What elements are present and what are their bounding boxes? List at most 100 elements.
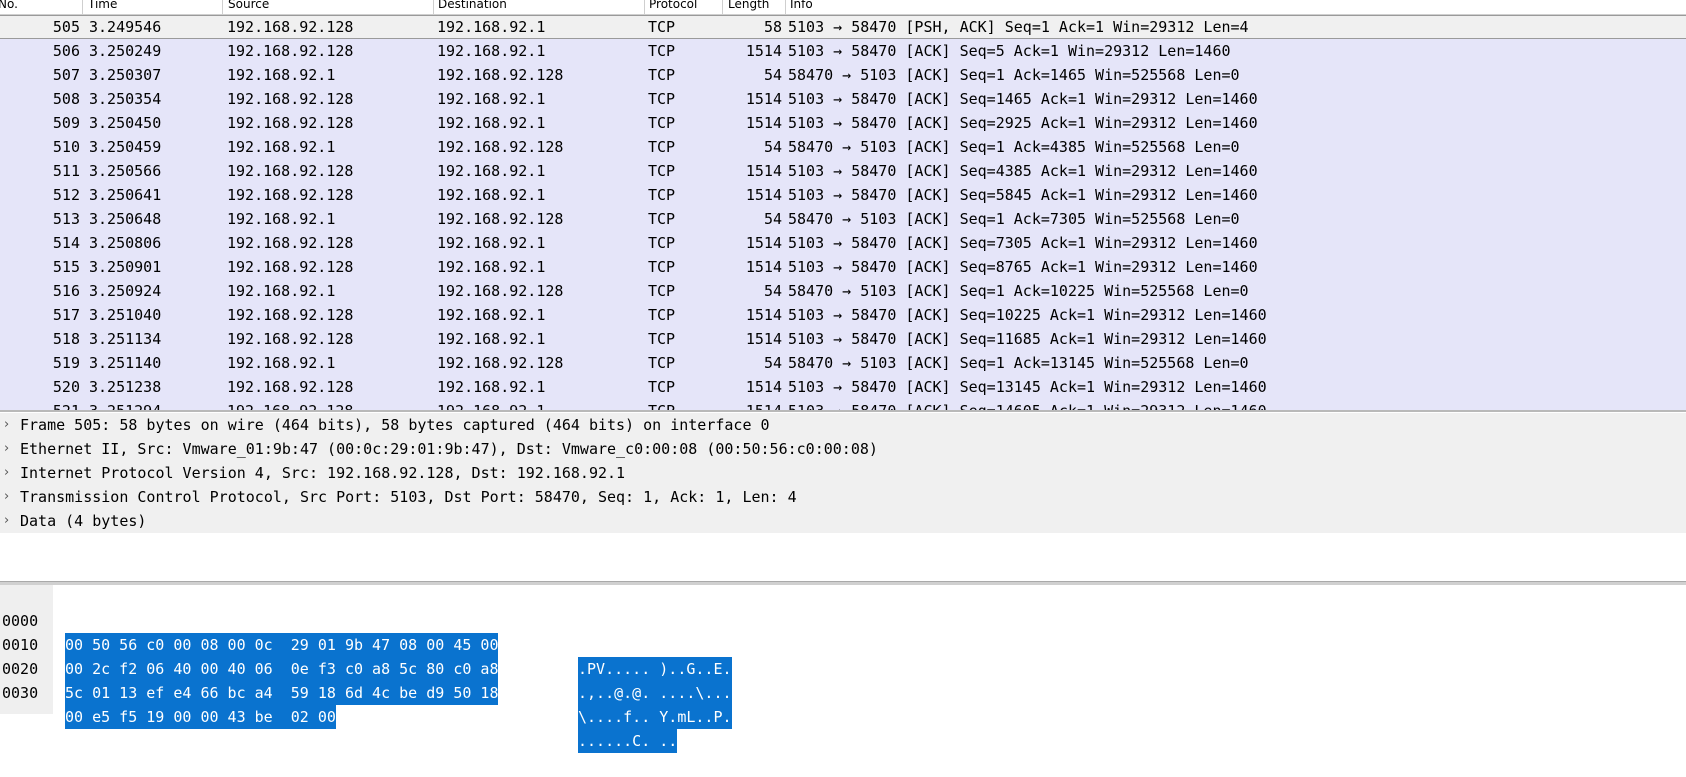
column-header-destination[interactable]: Destination bbox=[438, 0, 507, 11]
chevron-right-icon[interactable]: › bbox=[4, 509, 9, 533]
cell-src: 192.168.92.1 bbox=[227, 282, 336, 300]
chevron-right-icon[interactable]: › bbox=[4, 437, 9, 461]
cell-src: 192.168.92.1 bbox=[227, 210, 336, 228]
cell-dst: 192.168.92.1 bbox=[437, 378, 546, 396]
packet-row[interactable]: 513 3.250648 192.168.92.1 192.168.92.128 TCP… bbox=[0, 207, 1686, 231]
cell-time: 3.250648 bbox=[89, 210, 162, 228]
cell-src: 192.168.92.128 bbox=[227, 378, 354, 396]
cell-proto: TCP bbox=[648, 306, 676, 324]
cell-len: 1514 bbox=[745, 378, 782, 396]
packet-row[interactable]: 512 3.250641 192.168.92.128 192.168.92.1 TCP… bbox=[0, 183, 1686, 207]
packet-details-pane[interactable]: › Frame 505: 58 bytes on wire (464 bits)… bbox=[0, 413, 1686, 583]
packet-row[interactable]: 508 3.250354 192.168.92.128 192.168.92.1 TCP… bbox=[0, 87, 1686, 111]
bytes-hex[interactable]: 5c 01 13 ef e4 66 bc a4 59 18 6d 4c be d… bbox=[65, 681, 499, 705]
cell-len: 1514 bbox=[745, 234, 782, 252]
cell-info: 5103 → 58470 [ACK] Seq=5845 Ack=1 Win=29… bbox=[788, 186, 1258, 204]
packet-row[interactable]: 511 3.250566 192.168.92.128 192.168.92.1 TCP… bbox=[0, 159, 1686, 183]
packet-rows: 505 3.249546 192.168.92.128 192.168.92.1 TCP… bbox=[0, 15, 1686, 412]
cell-proto: TCP bbox=[648, 114, 676, 132]
packet-row[interactable]: 518 3.251134 192.168.92.128 192.168.92.1 TCP… bbox=[0, 327, 1686, 351]
cell-no: 518 bbox=[52, 330, 80, 348]
cell-no: 511 bbox=[52, 162, 80, 180]
cell-len: 54 bbox=[763, 138, 782, 156]
chevron-right-icon[interactable]: › bbox=[4, 461, 9, 485]
cell-proto: TCP bbox=[648, 378, 676, 396]
bytes-hex[interactable]: 00 2c f2 06 40 00 40 06 0e f3 c0 a8 5c 8… bbox=[65, 657, 499, 681]
column-header-no[interactable]: No. bbox=[0, 0, 18, 11]
cell-proto: TCP bbox=[648, 354, 676, 372]
chevron-right-icon[interactable]: › bbox=[4, 413, 9, 437]
cell-time: 3.249546 bbox=[89, 18, 162, 36]
bytes-ascii[interactable]: \....f.. Y.mL..P. bbox=[578, 705, 732, 729]
cell-dst: 192.168.92.1 bbox=[437, 186, 546, 204]
cell-no: 515 bbox=[52, 258, 80, 276]
column-header-info[interactable]: Info bbox=[790, 0, 813, 11]
cell-time: 3.251238 bbox=[89, 378, 162, 396]
cell-len: 1514 bbox=[745, 330, 782, 348]
packet-row[interactable]: 520 3.251238 192.168.92.128 192.168.92.1 TCP… bbox=[0, 375, 1686, 399]
bytes-ascii[interactable]: ......C. .. bbox=[578, 729, 678, 753]
packet-row[interactable]: 507 3.250307 192.168.92.1 192.168.92.128 TCP… bbox=[0, 63, 1686, 87]
cell-no: 506 bbox=[52, 42, 80, 60]
packet-row[interactable]: 517 3.251040 192.168.92.128 192.168.92.1 TCP… bbox=[0, 303, 1686, 327]
bytes-hex[interactable]: 00 50 56 c0 00 08 00 0c 29 01 9b 47 08 0… bbox=[65, 633, 499, 657]
cell-src: 192.168.92.128 bbox=[227, 186, 354, 204]
cell-info: 5103 → 58470 [ACK] Seq=8765 Ack=1 Win=29… bbox=[788, 258, 1258, 276]
cell-src: 192.168.92.128 bbox=[227, 306, 354, 324]
bytes-ascii[interactable]: .,..@.@. ....\... bbox=[578, 681, 732, 705]
cell-time: 3.251040 bbox=[89, 306, 162, 324]
chevron-right-icon[interactable]: › bbox=[4, 485, 9, 509]
bytes-ascii[interactable]: .PV..... )..G..E. bbox=[578, 657, 732, 681]
bytes-hex[interactable]: 00 e5 f5 19 00 00 43 be 02 00 bbox=[65, 705, 336, 729]
cell-info: 58470 → 5103 [ACK] Seq=1 Ack=4385 Win=52… bbox=[788, 138, 1240, 156]
column-header-time[interactable]: Time bbox=[88, 0, 117, 11]
tree-item-tcp[interactable]: › Transmission Control Protocol, Src Por… bbox=[0, 485, 1686, 509]
cell-no: 514 bbox=[52, 234, 80, 252]
cell-time: 3.251134 bbox=[89, 330, 162, 348]
packet-list-pane[interactable]: No. Time Source Destination Protocol Len… bbox=[0, 0, 1686, 412]
packet-row[interactable]: 514 3.250806 192.168.92.128 192.168.92.1 TCP… bbox=[0, 231, 1686, 255]
packet-row[interactable]: 515 3.250901 192.168.92.128 192.168.92.1 TCP… bbox=[0, 255, 1686, 279]
cell-info: 58470 → 5103 [ACK] Seq=1 Ack=7305 Win=52… bbox=[788, 210, 1240, 228]
cell-len: 1514 bbox=[745, 258, 782, 276]
cell-dst: 192.168.92.1 bbox=[437, 42, 546, 60]
cell-info: 58470 → 5103 [ACK] Seq=1 Ack=13145 Win=5… bbox=[788, 354, 1249, 372]
cell-src: 192.168.92.128 bbox=[227, 42, 354, 60]
cell-no: 513 bbox=[52, 210, 80, 228]
cell-src: 192.168.92.128 bbox=[227, 234, 354, 252]
cell-dst: 192.168.92.1 bbox=[437, 234, 546, 252]
packet-row[interactable]: 519 3.251140 192.168.92.1 192.168.92.128 TCP… bbox=[0, 351, 1686, 375]
column-header-source[interactable]: Source bbox=[228, 0, 269, 11]
cell-no: 509 bbox=[52, 114, 80, 132]
cell-info: 58470 → 5103 [ACK] Seq=1 Ack=10225 Win=5… bbox=[788, 282, 1249, 300]
tree-item-ipv4[interactable]: › Internet Protocol Version 4, Src: 192.… bbox=[0, 461, 1686, 485]
cell-src: 192.168.92.128 bbox=[227, 114, 354, 132]
bytes-row: 0010 00 2c f2 06 40 00 40 06 0e f3 c0 a8… bbox=[0, 609, 732, 705]
packet-row[interactable]: 510 3.250459 192.168.92.1 192.168.92.128 TCP… bbox=[0, 135, 1686, 159]
cell-proto: TCP bbox=[648, 90, 676, 108]
cell-len: 1514 bbox=[745, 42, 782, 60]
cell-no: 512 bbox=[52, 186, 80, 204]
cell-info: 5103 → 58470 [ACK] Seq=4385 Ack=1 Win=29… bbox=[788, 162, 1258, 180]
tree-item-data[interactable]: › Data (4 bytes) bbox=[0, 509, 1686, 533]
column-header-protocol[interactable]: Protocol bbox=[649, 0, 697, 11]
bytes-offset: 0030 bbox=[2, 684, 39, 702]
packet-row[interactable]: 509 3.250450 192.168.92.128 192.168.92.1 TCP… bbox=[0, 111, 1686, 135]
cell-time: 3.250924 bbox=[89, 282, 162, 300]
packet-row[interactable]: 516 3.250924 192.168.92.1 192.168.92.128 TCP… bbox=[0, 279, 1686, 303]
cell-dst: 192.168.92.128 bbox=[437, 138, 564, 156]
pane-divider[interactable] bbox=[0, 410, 1686, 412]
cell-len: 54 bbox=[763, 354, 782, 372]
column-header-length[interactable]: Length bbox=[728, 0, 769, 11]
cell-dst: 192.168.92.1 bbox=[437, 162, 546, 180]
packet-row-selected[interactable]: 505 3.249546 192.168.92.128 192.168.92.1 TCP… bbox=[0, 15, 1686, 39]
cell-info: 5103 → 58470 [ACK] Seq=2925 Ack=1 Win=29… bbox=[788, 114, 1258, 132]
cell-len: 1514 bbox=[745, 162, 782, 180]
cell-src: 192.168.92.1 bbox=[227, 138, 336, 156]
tree-item-frame[interactable]: › Frame 505: 58 bytes on wire (464 bits)… bbox=[0, 413, 1686, 437]
tree-item-ethernet[interactable]: › Ethernet II, Src: Vmware_01:9b:47 (00:… bbox=[0, 437, 1686, 461]
cell-dst: 192.168.92.1 bbox=[437, 18, 546, 36]
packet-row[interactable]: 506 3.250249 192.168.92.128 192.168.92.1 TCP… bbox=[0, 39, 1686, 63]
packet-bytes-pane[interactable]: 0000 00 50 56 c0 00 08 00 0c 29 01 9b 47… bbox=[0, 585, 1686, 753]
cell-dst: 192.168.92.1 bbox=[437, 258, 546, 276]
